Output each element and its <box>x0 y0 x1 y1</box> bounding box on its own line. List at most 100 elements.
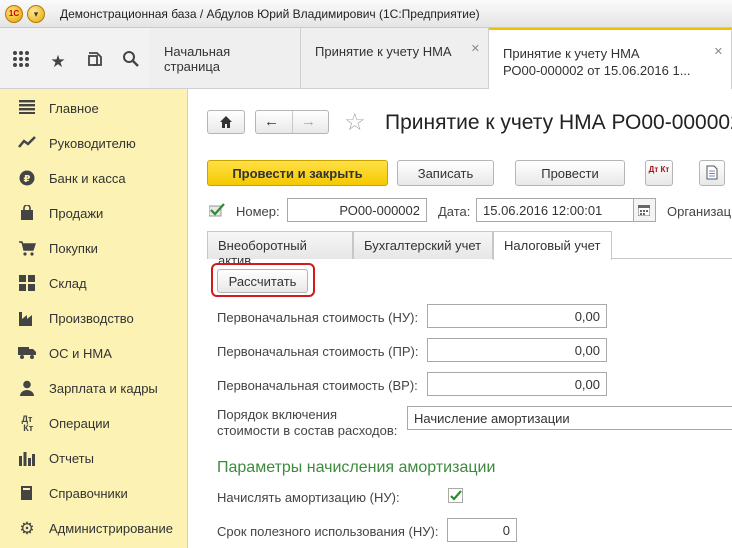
sidebar-item-admin[interactable]: ⚙ Администрирование <box>0 511 188 546</box>
sidebar-item-director[interactable]: Руководителю <box>0 126 188 161</box>
back-arrow-icon[interactable]: ← <box>264 113 279 130</box>
tab-label: Принятие к учету НМА <box>503 46 640 61</box>
window-tabs: Начальная страница Принятие к учету НМА … <box>150 28 732 89</box>
sidebar-item-label: Продажи <box>49 206 104 221</box>
sidebar-item-references[interactable]: Справочники <box>0 476 188 511</box>
sidebar-item-label: Главное <box>49 101 99 116</box>
number-field[interactable]: РО00-000002 <box>287 198 427 222</box>
tab-nma-list[interactable]: Принятие к учету НМА ✕ <box>301 28 489 88</box>
nav-arrows: ← → <box>255 110 329 134</box>
tab-home-page[interactable]: Начальная страница <box>150 28 301 88</box>
sidebar-item-bank[interactable]: ₽ Банк и касса <box>0 161 188 196</box>
section-title: Параметры начисления амортизации <box>217 459 496 476</box>
initial-cost-nu-field[interactable]: 0,00 <box>427 304 607 328</box>
tab-tax-accounting[interactable]: Налоговый учет <box>493 231 612 260</box>
organization-label: Организац <box>667 204 732 219</box>
initial-cost-vr-label: Первоначальная стоимость (ВР): <box>217 378 418 393</box>
sidebar-item-salary[interactable]: Зарплата и кадры <box>0 371 188 406</box>
warehouse-grid-icon <box>18 275 36 293</box>
title-bar: 1С ▾ Демонстрационная база / Абдулов Юри… <box>0 0 732 28</box>
forward-arrow-icon[interactable]: → <box>301 113 316 130</box>
home-button[interactable] <box>207 110 245 134</box>
main-menu-button[interactable]: ▾ <box>27 5 45 23</box>
expense-order-select[interactable]: Начисление амортизации <box>407 406 732 430</box>
initial-cost-nu-label: Первоначальная стоимость (НУ): <box>217 310 419 325</box>
menu-lines-icon <box>18 100 36 118</box>
sidebar-item-label: Банк и касса <box>49 171 126 186</box>
sidebar-item-label: Администрирование <box>49 521 173 536</box>
date-field[interactable]: 15.06.2016 12:00:01 <box>476 198 634 222</box>
close-icon[interactable]: ✕ <box>714 44 723 61</box>
sidebar-item-main[interactable]: Главное <box>0 91 188 126</box>
favorite-star-icon[interactable]: ☆ <box>344 108 366 137</box>
initial-cost-pr-label: Первоначальная стоимость (ПР): <box>217 344 419 359</box>
calculate-button[interactable]: Рассчитать <box>217 269 308 293</box>
sidebar-item-label: Операции <box>49 416 110 431</box>
history-icon[interactable] <box>83 50 107 74</box>
posted-status-icon <box>208 203 225 220</box>
sidebar-item-reports[interactable]: Отчеты <box>0 441 188 476</box>
document-title: Принятие к учету НМА РО00-000002 <box>385 111 732 134</box>
print-document-button[interactable] <box>699 160 725 186</box>
accrue-amortization-label: Начислять амортизацию (НУ): <box>217 490 400 505</box>
divider <box>292 111 293 133</box>
tab-nma-document[interactable]: Принятие к учету НМА РО00-000002 от 15.0… <box>489 28 732 89</box>
tab-accounting[interactable]: Бухгалтерский учет <box>353 231 493 259</box>
sidebar-item-label: Покупки <box>49 241 98 256</box>
sidebar-item-label: Склад <box>49 276 87 291</box>
calendar-button[interactable] <box>634 198 656 222</box>
post-button[interactable]: Провести <box>515 160 625 186</box>
sidebar-item-label: ОС и НМА <box>49 346 112 361</box>
useful-life-label: Срок полезного использования (НУ): <box>217 524 439 539</box>
trend-chart-icon <box>18 135 36 153</box>
number-label: Номер: <box>236 204 280 219</box>
debit-credit-icon: Дт Кт <box>648 165 670 174</box>
app-logo-icon: 1С <box>5 5 23 23</box>
expense-order-label-line2: стоимости в состав расходов: <box>217 423 398 438</box>
checkmark-icon <box>450 490 462 501</box>
tab-label-second-line: РО00-000002 от 15.06.2016 1... <box>503 63 691 78</box>
sidebar: Главное Руководителю ₽ Банк и касса Прод… <box>0 89 188 548</box>
truck-icon <box>18 345 36 363</box>
expense-order-label-line1: Порядок включения <box>217 407 338 422</box>
date-label: Дата: <box>438 204 471 219</box>
shopping-bag-icon <box>18 204 36 223</box>
ruble-coin-icon: ₽ <box>18 170 36 188</box>
apps-grid-icon[interactable] <box>9 50 33 74</box>
sidebar-item-warehouse[interactable]: Склад <box>0 266 188 301</box>
window-title: Демонстрационная база / Абдулов Юрий Вла… <box>60 7 480 21</box>
sidebar-item-fixed-assets[interactable]: ОС и НМА <box>0 336 188 371</box>
post-and-close-button[interactable]: Провести и закрыть <box>207 160 388 186</box>
sidebar-item-production[interactable]: Производство <box>0 301 188 336</box>
sidebar-item-sales[interactable]: Продажи <box>0 196 188 231</box>
sidebar-item-label: Зарплата и кадры <box>49 381 158 396</box>
accrue-amortization-checkbox[interactable] <box>448 488 463 503</box>
sidebar-item-label: Производство <box>49 311 134 326</box>
shopping-cart-icon <box>18 240 36 258</box>
document-icon <box>706 165 718 180</box>
toolbar-icons: ★ <box>0 28 150 89</box>
tab-fixed-asset[interactable]: Внеоборотный актив <box>207 231 353 268</box>
calendar-icon <box>637 204 651 217</box>
bar-chart-icon <box>18 450 36 468</box>
tab-label: Принятие к учету НМА <box>315 44 452 59</box>
sidebar-item-label: Справочники <box>49 486 128 501</box>
sidebar-item-label: Отчеты <box>49 451 94 466</box>
initial-cost-vr-field[interactable]: 0,00 <box>427 372 607 396</box>
debit-credit-icon: Дт Кт <box>20 414 34 433</box>
initial-cost-pr-field[interactable]: 0,00 <box>427 338 607 362</box>
useful-life-field[interactable]: 0 <box>447 518 517 542</box>
svg-text:₽: ₽ <box>24 174 31 185</box>
factory-icon <box>18 310 36 328</box>
save-button[interactable]: Записать <box>397 160 494 186</box>
dtkt-journal-button[interactable]: Дт Кт <box>645 160 673 186</box>
sidebar-item-operations[interactable]: Дт Кт Операции <box>0 406 188 441</box>
sidebar-item-purchases[interactable]: Покупки <box>0 231 188 266</box>
gear-icon: ⚙ <box>19 519 35 538</box>
close-icon[interactable]: ✕ <box>471 42 480 55</box>
tab-label: Начальная страница <box>164 44 231 74</box>
person-icon <box>18 380 36 398</box>
favorites-star-icon[interactable]: ★ <box>46 50 70 74</box>
sidebar-item-label: Руководителю <box>49 136 136 151</box>
search-icon[interactable] <box>119 50 143 74</box>
